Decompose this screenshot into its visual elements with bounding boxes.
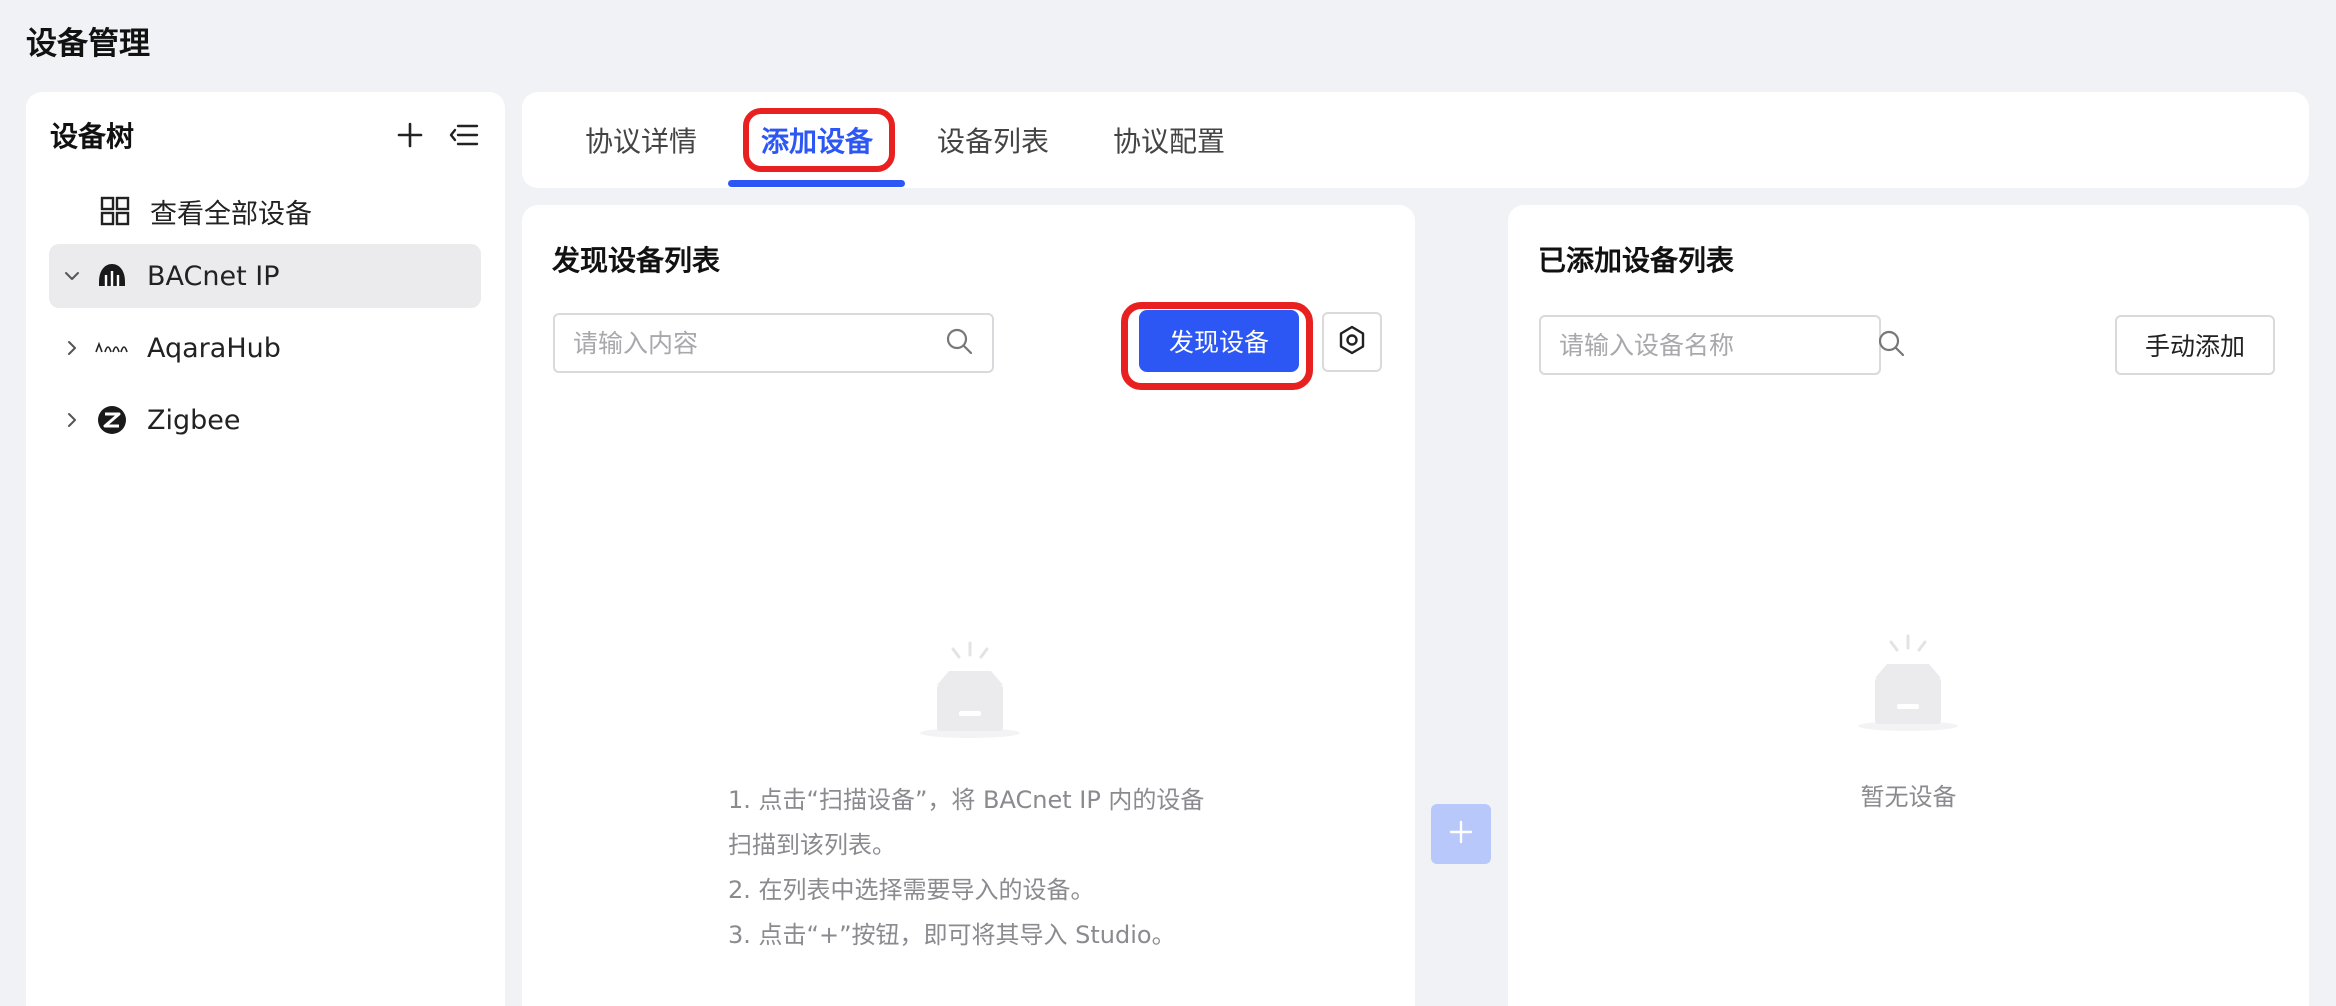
tree-item-label: AqaraHub [147, 332, 281, 364]
chevron-right-icon[interactable] [49, 338, 95, 358]
tab-device-list[interactable]: 设备列表 [937, 116, 1049, 164]
instruction-line: 2. 在列表中选择需要导入的设备。 [728, 876, 1095, 904]
add-icon[interactable] [393, 118, 427, 152]
sidebar-title: 设备树 [50, 120, 135, 153]
instruction-line: 1. 点击“扫描设备”，将 BACnet IP 内的设备 [728, 786, 1205, 814]
empty-box-icon [915, 635, 1025, 745]
tab-highlight-annotation [743, 108, 895, 172]
aqara-icon [95, 331, 129, 365]
discover-instructions: 1. 点击“扫描设备”，将 BACnet IP 内的设备 扫描到该列表。 2. … [728, 778, 1204, 958]
discover-search-input[interactable] [573, 328, 944, 358]
tree-item-label: BACnet IP [147, 260, 280, 292]
tree-item-aqarahub[interactable]: AqaraHub [49, 316, 481, 380]
added-search-input[interactable] [1559, 330, 1876, 360]
grid-icon [98, 194, 132, 228]
page-title: 设备管理 [26, 26, 150, 62]
tree-item-label: Zigbee [147, 404, 241, 436]
import-selected-button[interactable] [1431, 804, 1491, 864]
discover-search-box[interactable] [553, 313, 994, 373]
tab-protocol-details[interactable]: 协议详情 [585, 116, 697, 164]
instruction-line: 扫描到该列表。 [728, 831, 896, 859]
chevron-right-icon[interactable] [49, 410, 95, 430]
view-all-devices-label: 查看全部设备 [150, 198, 312, 230]
button-highlight-annotation [1121, 302, 1313, 390]
manual-add-button[interactable]: 手动添加 [2115, 315, 2275, 375]
sidebar-header: 设备树 [50, 114, 481, 156]
added-search-box[interactable] [1539, 315, 1905, 375]
added-devices-panel: 已添加设备列表 手动添加 暂无设备 [1508, 205, 2309, 1006]
active-tab-indicator [728, 180, 905, 187]
discover-settings-button[interactable] [1322, 312, 1382, 372]
search-icon[interactable] [1876, 328, 1906, 362]
panel-title: 已添加设备列表 [1538, 244, 1735, 277]
view-all-devices[interactable]: 查看全部设备 [98, 186, 312, 236]
chevron-down-icon[interactable] [49, 266, 95, 286]
tab-protocol-config[interactable]: 协议配置 [1113, 116, 1225, 164]
device-tree: BACnet IP AqaraHub Zigbee [49, 244, 481, 460]
tree-item-zigbee[interactable]: Zigbee [49, 388, 481, 452]
settings-hex-icon [1337, 325, 1367, 359]
sidebar-actions [393, 118, 481, 152]
plus-icon [1447, 818, 1475, 850]
tree-item-bacnet-ip[interactable]: BACnet IP [49, 244, 481, 308]
panel-title: 发现设备列表 [552, 244, 721, 277]
empty-box-icon [1853, 628, 1963, 738]
collapse-list-icon[interactable] [447, 118, 481, 152]
empty-state-text: 暂无设备 [1860, 783, 1957, 811]
instruction-line: 3. 点击“+”按钮，即可将其导入 Studio。 [728, 921, 1176, 949]
bacnet-icon [95, 259, 129, 293]
device-tree-sidebar: 设备树 查看全部设备 BACnet IP AqaraHub Zigbee [26, 92, 505, 1006]
zigbee-icon [95, 403, 129, 437]
search-icon[interactable] [944, 326, 974, 360]
